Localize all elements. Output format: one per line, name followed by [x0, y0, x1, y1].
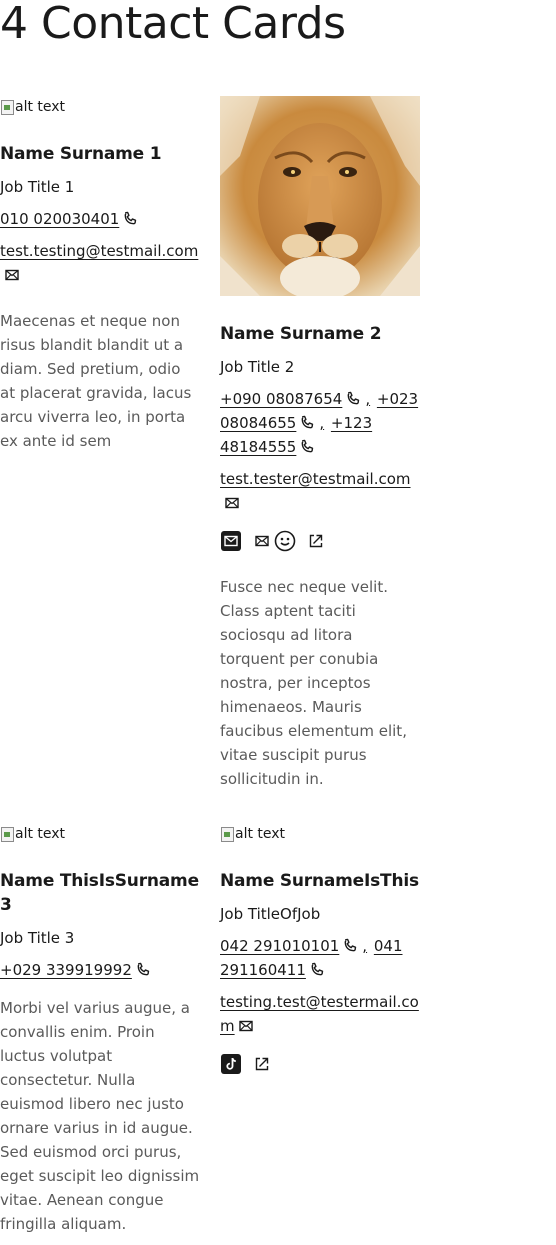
phone-line: +029 339919992: [0, 958, 200, 982]
contact-card: alt text Name Surname 1 Job Title 1 010 …: [0, 96, 200, 453]
phone-icon: [347, 391, 360, 405]
phone-separator: ,: [365, 390, 371, 408]
contact-bio: Fusce nec neque velit. Class aptent taci…: [220, 578, 407, 788]
email-line: testing.test@testermail.com: [220, 990, 420, 1038]
phone-icon: [124, 211, 137, 225]
broken-image-icon: [220, 826, 234, 842]
phone-icon: [301, 439, 314, 453]
phone-separator: ,: [362, 937, 368, 955]
phone-icon: [137, 962, 150, 976]
image-alt-text: alt text: [15, 99, 66, 115]
contact-name: Name Surname 2: [220, 324, 382, 344]
broken-image-icon: [0, 826, 14, 842]
contact-name: Name ThisIsSurname 3: [0, 871, 199, 915]
broken-image-icon: [0, 99, 14, 115]
email-link[interactable]: test.tester@testmail.com: [220, 470, 411, 488]
email-link[interactable]: test.testing@testmail.com: [0, 242, 198, 260]
page-title: 4 Contact Cards: [0, 0, 346, 49]
phone-link[interactable]: +029 339919992: [0, 961, 132, 979]
phone-link[interactable]: +090 08087654: [220, 390, 342, 408]
smiley-icon[interactable]: [274, 530, 296, 552]
lion-photo: [220, 96, 420, 296]
contact-name: Name SurnameIsThis: [220, 871, 419, 891]
phone-line: 010 020030401: [0, 207, 200, 231]
phone-line: +090 08087654, +023 08084655, +123 48184…: [220, 387, 420, 459]
mail-icon[interactable]: [254, 533, 270, 549]
card-image-broken: alt text: [0, 96, 200, 118]
contact-card: alt text Name SurnameIsThis Job TitleOfJ…: [220, 823, 420, 1076]
phone-icon: [311, 962, 324, 976]
email-line: test.testing@testmail.com: [0, 239, 200, 287]
tiktok-icon[interactable]: [220, 1053, 242, 1075]
mail-icon: [5, 269, 19, 281]
card-image-broken: alt text: [220, 823, 420, 845]
email-line: test.tester@testmail.com: [220, 467, 420, 515]
contact-name: Name Surname 1: [0, 144, 162, 164]
email-square-icon[interactable]: [220, 530, 242, 552]
contact-card: Name Surname 2 Job Title 2 +090 08087654…: [220, 96, 420, 791]
phone-separator: ,: [319, 414, 325, 432]
mail-icon: [238, 1020, 253, 1032]
job-title: Job Title 2: [220, 358, 295, 376]
phone-icon: [301, 415, 314, 429]
mail-icon: [225, 497, 239, 509]
external-link-icon[interactable]: [308, 533, 324, 549]
external-link-icon[interactable]: [254, 1056, 270, 1072]
social-links: [220, 1052, 420, 1076]
phone-link[interactable]: 042 291010101: [220, 937, 339, 955]
contact-card: alt text Name ThisIsSurname 3 Job Title …: [0, 823, 200, 1236]
social-links: [220, 529, 420, 553]
contact-bio: Morbi vel varius augue, a convallis enim…: [0, 999, 200, 1233]
phone-icon: [344, 938, 357, 952]
phone-link[interactable]: 010 020030401: [0, 210, 119, 228]
phone-line: 042 291010101, 041 291160411: [220, 934, 420, 982]
job-title: Job Title 1: [0, 178, 75, 196]
contact-bio: Maecenas et neque non risus blandit blan…: [0, 312, 192, 450]
job-title: Job TitleOfJob: [220, 905, 321, 923]
image-alt-text: alt text: [15, 826, 66, 842]
card-image-broken: alt text: [0, 823, 200, 845]
image-alt-text: alt text: [235, 826, 286, 842]
job-title: Job Title 3: [0, 929, 75, 947]
